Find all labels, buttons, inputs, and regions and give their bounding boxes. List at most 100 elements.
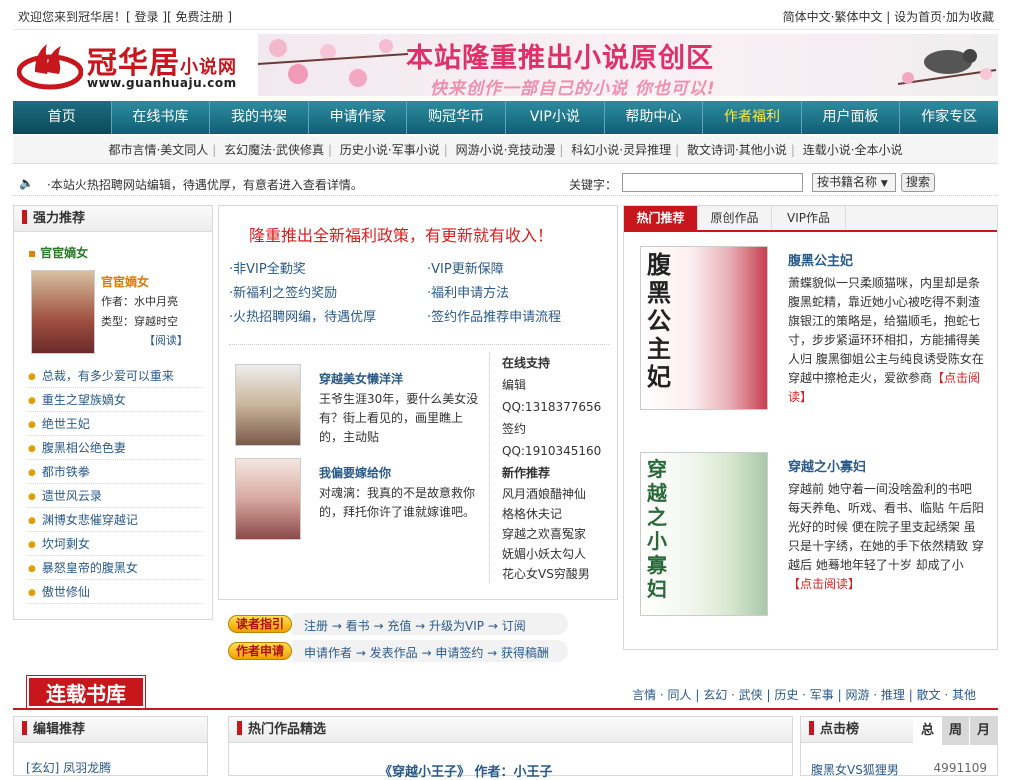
hot-book-title[interactable]: 腹黑公主妃 <box>788 250 853 269</box>
sign-label: 签约 <box>502 422 527 436</box>
notice-search-bar: 🔈 ·本站火热招聘网站编辑，待遇优厚，有意者进入查看详情。 关键字： 按书籍名称… <box>13 170 998 196</box>
set-homepage-link[interactable]: 设为首页 <box>894 10 942 24</box>
cover-title: 腹黑公主妃 <box>647 251 671 391</box>
benefits-panel: 隆重推出全新福利政策，有更新就有收入！ ·非VIP全勤奖 ·VIP更新保障 ·新… <box>218 205 618 600</box>
featured-book-title[interactable]: 官宦嫡女 <box>28 244 88 261</box>
ranking-row[interactable]: 腹黑女VS狐狸男 4991109 <box>811 761 991 778</box>
nav-vip-novels[interactable]: VIP小说 <box>506 101 605 134</box>
nav-author-zone[interactable]: 作家专区 <box>900 101 998 134</box>
nav-home[interactable]: 首页 <box>13 101 112 134</box>
keyword-label: 关键字： <box>569 178 618 192</box>
subnav-prose[interactable]: 散文诗词·其他小说 <box>687 143 787 157</box>
list-item[interactable]: 绝世王妃 <box>28 412 204 436</box>
ranking-title[interactable]: 腹黑女VS狐狸男 <box>811 763 899 777</box>
benefit-link[interactable]: ·新福利之签约奖励 <box>229 282 337 301</box>
tab-total[interactable]: 总 <box>913 717 941 745</box>
mid-book-cover[interactable] <box>235 458 301 540</box>
simplified-chinese-link[interactable]: 简体中文 <box>783 10 831 24</box>
list-item[interactable]: 重生之望族嫡女 <box>28 388 204 412</box>
editor-pick-header: 编辑推荐 <box>14 717 207 743</box>
nav-online-library[interactable]: 在线书库 <box>112 101 211 134</box>
site-logo[interactable]: 冠华居小说网 www.guanhuaju.com <box>15 36 250 96</box>
subnav-divider: | <box>443 143 448 157</box>
nav-user-panel[interactable]: 用户面板 <box>802 101 901 134</box>
online-support: 在线支持 编辑 QQ:1318377656 签约 QQ:1910345160 新… <box>489 352 611 584</box>
list-item[interactable]: 都市铁拳 <box>28 460 204 484</box>
hot-book-cover[interactable]: 腹黑公主妃 <box>640 246 768 410</box>
nav-author-benefits[interactable]: 作者福利 <box>703 101 802 134</box>
benefit-link[interactable]: ·非VIP全勤奖 <box>229 258 306 277</box>
notice-text[interactable]: ·本站火热招聘网站编辑，待遇优厚，有意者进入查看详情。 <box>47 176 363 193</box>
tab-vip[interactable]: VIP作品 <box>772 206 846 230</box>
new-work-item[interactable]: 格格休夫记 <box>502 504 611 524</box>
subnav-fantasy[interactable]: 玄幻魔法·武侠修真 <box>224 143 324 157</box>
list-item[interactable]: 坎坷剩女 <box>28 532 204 556</box>
header-bar-icon <box>809 721 814 735</box>
login-link[interactable]: 登录 <box>135 10 159 24</box>
mid-book-title[interactable]: 我偏要嫁给你 <box>319 464 391 481</box>
top-bar: 欢迎您来到冠华居！[ 登录 ][ 免费注册 ] 简体中文·繁体中文 | 设为首页… <box>13 0 998 30</box>
mid-book-desc: 王爷生涯30年，要什么美女没有？街上看见的，画里瞧上的，主动贴 <box>319 392 479 444</box>
new-work-item[interactable]: 花心女VS穷酸男 <box>502 564 611 584</box>
featured-book-name[interactable]: 官宦嫡女 <box>101 272 178 292</box>
logo-url: www.guanhuaju.com <box>87 76 237 90</box>
search-type-select[interactable]: 按书籍名称 ▼ <box>812 173 896 192</box>
new-work-item[interactable]: 风月酒娘醋神仙 <box>502 484 611 504</box>
hot-book-title[interactable]: 穿越之小寡妇 <box>788 456 866 475</box>
subnav-serial[interactable]: 连载小说·全本小说 <box>803 143 903 157</box>
tab-week[interactable]: 周 <box>941 717 969 745</box>
top-bar-left: 欢迎您来到冠华居！[ 登录 ][ 免费注册 ] <box>18 10 233 24</box>
cover-title: 穿越之小寡妇 <box>647 457 667 601</box>
subnav-gaming[interactable]: 网游小说·竞技动漫 <box>456 143 556 157</box>
support-header: 在线支持 <box>502 356 551 370</box>
mid-book-title[interactable]: 穿越美女懒洋洋 <box>319 370 403 387</box>
subnav-scifi[interactable]: 科幻小说·灵异推理 <box>571 143 671 157</box>
welcome-text: 欢迎您来到冠华居！ <box>18 10 127 24</box>
hot-book-cover[interactable]: 穿越之小寡妇 <box>640 452 768 616</box>
read-more-link[interactable]: 【点击阅读】 <box>788 577 860 591</box>
nav-buy-coins[interactable]: 购冠华币 <box>407 101 506 134</box>
header-bar-icon <box>22 210 27 224</box>
benefit-link[interactable]: ·签约作品推荐申请流程 <box>427 306 561 325</box>
reader-guide-steps[interactable]: 注册 → 看书 → 充值 → 升级为VIP → 订阅 <box>304 617 526 634</box>
nav-my-bookshelf[interactable]: 我的书架 <box>210 101 309 134</box>
register-link[interactable]: 免费注册 <box>176 10 224 24</box>
new-works-header: 新作推荐 <box>502 466 551 480</box>
traditional-chinese-link[interactable]: 繁体中文 <box>834 10 882 24</box>
list-item[interactable]: 总裁，有多少爱可以重来 <box>28 364 204 388</box>
benefit-link[interactable]: ·火热招聘网编，待遇优厚 <box>229 306 376 325</box>
search-button[interactable]: 搜索 <box>901 173 935 192</box>
new-work-item[interactable]: 穿越之欢喜冤家 <box>502 524 611 544</box>
featured-book-cover[interactable] <box>31 270 95 354</box>
add-favorite-link[interactable]: 加为收藏 <box>946 10 994 24</box>
search-input[interactable] <box>622 173 803 192</box>
banner-bird-icon <box>897 49 997 85</box>
nav-apply-author[interactable]: 申请作家 <box>309 101 408 134</box>
benefit-link[interactable]: ·福利申请方法 <box>427 282 509 301</box>
hot-works-panel: 热门作品精选 《穿越小王子》 作者：小王子 <box>228 716 793 780</box>
benefit-link[interactable]: ·VIP更新保障 <box>427 258 504 277</box>
list-item[interactable]: 腹黑相公绝色妻 <box>28 436 204 460</box>
mid-book-cover[interactable] <box>235 364 301 446</box>
serial-library-logo[interactable]: 连载书库 <box>26 675 146 709</box>
tab-hot[interactable]: 热门推荐 <box>624 206 698 230</box>
benefits-headline[interactable]: 隆重推出全新福利政策，有更新就有收入！ <box>249 222 553 246</box>
hot-work-title[interactable]: 《穿越小王子》 作者：小王子 <box>379 761 553 780</box>
featured-read-link[interactable]: 【阅读】 <box>144 332 188 348</box>
editor-pick-header-text: 编辑推荐 <box>33 722 86 737</box>
nav-help-center[interactable]: 帮助中心 <box>605 101 704 134</box>
serial-categories[interactable]: 言情 · 同人 | 玄幻 · 武侠 | 历史 · 军事 | 网游 · 推理 | … <box>632 686 976 703</box>
section-divider <box>229 344 609 345</box>
list-item[interactable]: 渊博女悲催穿越记 <box>28 508 204 532</box>
promo-banner[interactable]: 本站隆重推出小说原创区 快来创作一部自己的小说 你也可以! <box>258 34 998 96</box>
author-guide-steps[interactable]: 申请作者 → 发表作品 → 申请签约 → 获得稿酬 <box>304 644 549 661</box>
list-item[interactable]: 遗世风云录 <box>28 484 204 508</box>
list-item[interactable]: 暴怒皇帝的腹黑女 <box>28 556 204 580</box>
list-item[interactable]: 傲世修仙 <box>28 580 204 604</box>
subnav-urban[interactable]: 都市言情·美文同人 <box>108 143 208 157</box>
tab-month[interactable]: 月 <box>969 717 997 745</box>
editor-pick-panel: 编辑推荐 [玄幻] 凤羽龙腾 <box>13 716 208 776</box>
subnav-history[interactable]: 历史小说·军事小说 <box>340 143 440 157</box>
tab-original[interactable]: 原创作品 <box>698 206 772 230</box>
new-work-item[interactable]: 妩媚小妖太勾人 <box>502 544 611 564</box>
